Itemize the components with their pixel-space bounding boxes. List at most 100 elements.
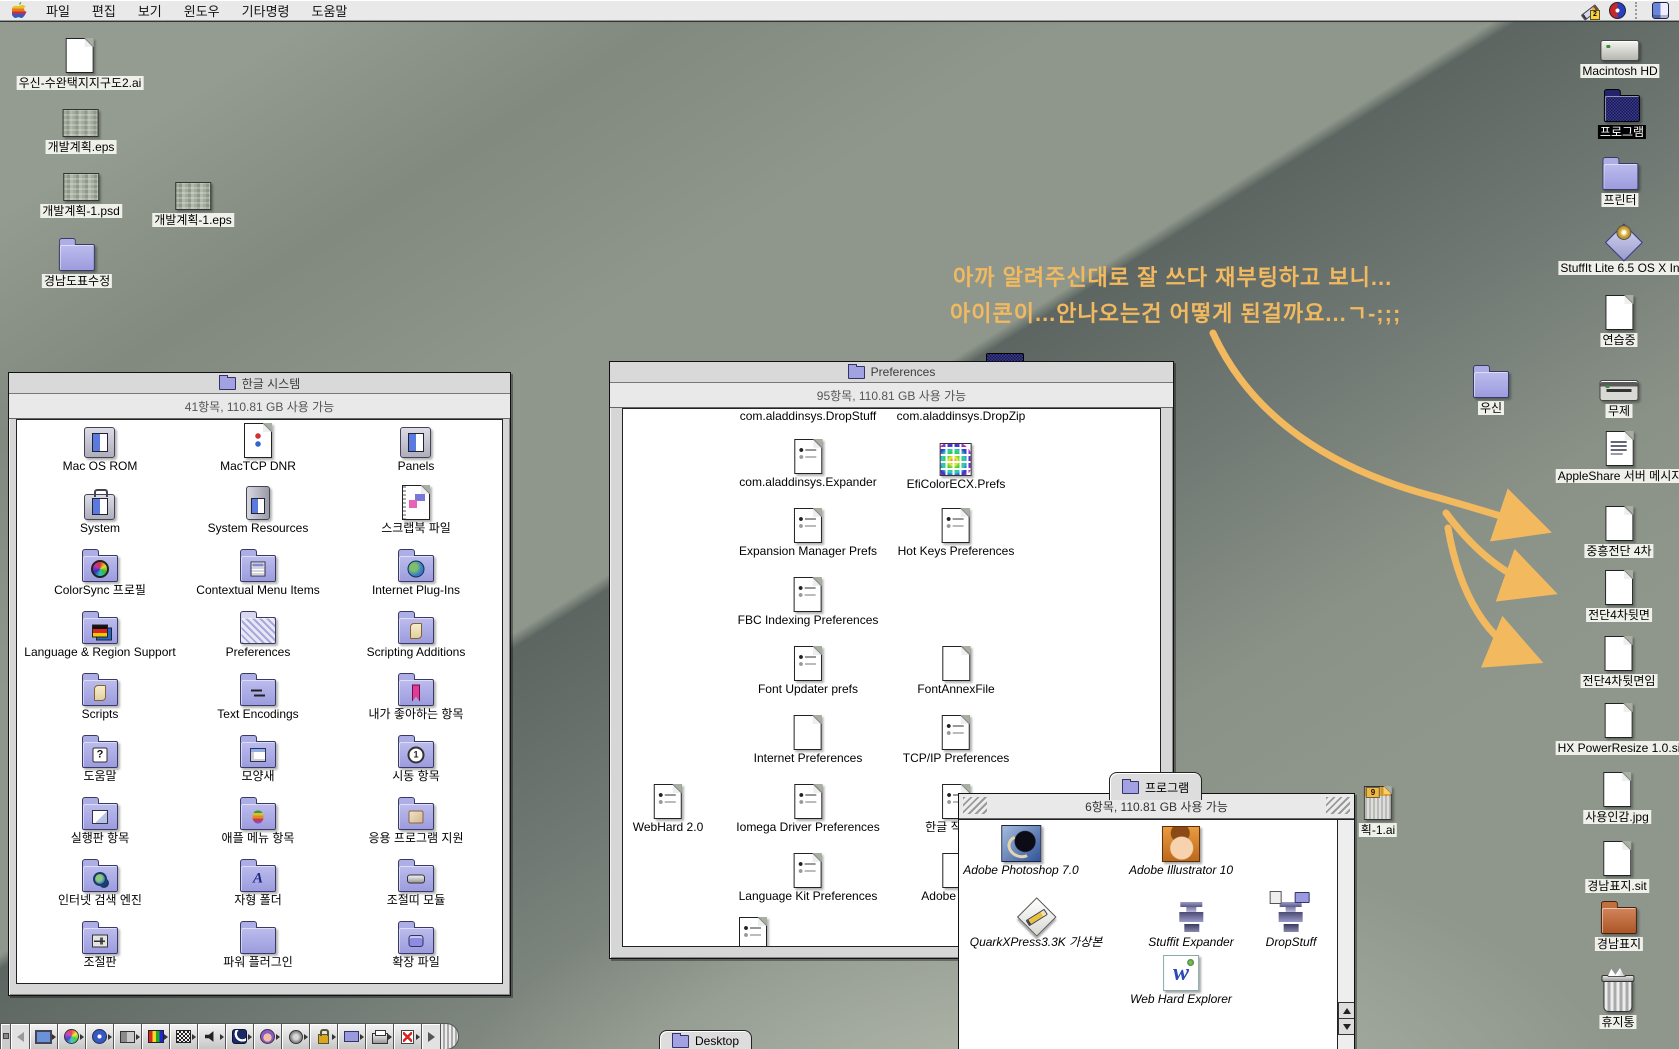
desktop-icon-flyer-4[interactable]: 중흥전단 4차 [1584, 506, 1653, 558]
file-item[interactable]: Iomega Driver Preferences [736, 781, 879, 834]
control-strip-scroll-left[interactable] [11, 1023, 30, 1049]
desktop-icon-cover-folder[interactable]: 경남표지 [1595, 901, 1643, 951]
file-item[interactable]: 실행판 항목 [71, 792, 130, 854]
control-strip-handle[interactable] [0, 1023, 11, 1049]
file-item[interactable]: 도움말 [82, 730, 118, 792]
desktop-icon-untitled-disk[interactable]: 무제 [1600, 372, 1639, 418]
desktop-icon-gyeongnam-folder[interactable]: 경남도표수정 [42, 238, 112, 288]
application-menu-finder-icon[interactable] [1652, 2, 1669, 19]
control-strip-module[interactable] [114, 1023, 142, 1049]
application-alias-item[interactable]: Adobe Photoshop 7.0 [963, 824, 1078, 877]
desktop-icon-macintosh-hd[interactable]: Macintosh HD [1580, 32, 1659, 78]
control-strip-module[interactable] [86, 1023, 114, 1049]
file-item[interactable]: ColorSync 프로필 [54, 544, 146, 606]
file-item[interactable]: Text Encodings [217, 668, 298, 730]
file-item[interactable]: Contextual Menu Items [196, 544, 319, 606]
control-strip-module[interactable] [366, 1023, 394, 1049]
file-item[interactable]: Scripts [82, 668, 119, 730]
desktop-icon-program-folder[interactable]: 프로그램 [1598, 89, 1646, 139]
scroll-up-arrow[interactable] [1338, 1002, 1354, 1019]
preferences-window-titlebar[interactable]: Preferences [610, 362, 1173, 383]
desktop-icon-plan-eps[interactable]: 개발계획.eps [46, 109, 117, 154]
control-strip-module[interactable] [58, 1023, 86, 1049]
control-strip-module[interactable] [338, 1023, 366, 1049]
control-strip-module[interactable] [198, 1023, 226, 1049]
desktop-icon-flyer-back-2[interactable]: 전단4차뒷면임 [1581, 636, 1658, 688]
file-item[interactable]: FBC Indexing Preferences [738, 574, 879, 627]
application-alias-item[interactable]: QuarkXPress3.3K 가상본 [970, 896, 1103, 949]
file-item[interactable]: 애플 메뉴 항목 [222, 792, 295, 854]
file-item[interactable]: 조절띠 모듈 [387, 854, 446, 916]
control-strip-module[interactable] [142, 1023, 170, 1049]
file-item[interactable]: MacTCP DNR [220, 420, 296, 482]
file-item[interactable]: com.aladdinsys.Expander [739, 436, 876, 489]
menu-window[interactable]: 윈도우 [173, 0, 231, 22]
menu-view[interactable]: 보기 [127, 0, 173, 22]
control-strip-module[interactable] [226, 1023, 254, 1049]
control-strip-module[interactable] [254, 1023, 282, 1049]
file-item[interactable]: 시동 항목 [392, 730, 440, 792]
apple-menu[interactable] [10, 2, 35, 19]
control-strip-scroll-right[interactable] [422, 1023, 441, 1049]
control-strip-module[interactable] [282, 1023, 310, 1049]
application-alias-item[interactable]: DropStuff [1266, 896, 1317, 949]
file-item[interactable]: Hot Keys Preferences [898, 505, 1015, 558]
file-item[interactable]: Preferences [226, 606, 291, 668]
file-item[interactable]: Expansion Manager Prefs [739, 505, 877, 558]
file-item[interactable]: TCP/IP Preferences [903, 712, 1010, 765]
file-item[interactable]: Panels [398, 420, 435, 482]
application-alias-item[interactable]: Adobe Illustrator 10 [1129, 824, 1233, 877]
control-strip-module[interactable] [394, 1023, 422, 1049]
control-strip-end-cap[interactable] [441, 1023, 459, 1049]
desktop-icon-practice[interactable]: 연습중 [1600, 295, 1637, 347]
file-item[interactable]: Scripting Additions [367, 606, 466, 668]
input-method-pencil-icon[interactable] [1580, 2, 1600, 19]
control-strip-module[interactable] [30, 1023, 58, 1049]
menu-edit[interactable]: 편집 [81, 0, 127, 22]
file-item[interactable]: Language & Region Support [24, 606, 175, 668]
desktop-icon-stuffit-installer[interactable]: StuffIt Lite 6.5 OS X Ins [1558, 224, 1679, 275]
file-item[interactable]: Font Updater prefs [758, 643, 858, 696]
desktop-icon-trash[interactable]: 휴지통 [1599, 968, 1636, 1029]
desktop-icon-hx-powerresize[interactable]: HX PowerResize 1.0.si [1556, 703, 1679, 755]
file-item[interactable]: Mac OS ROM [63, 420, 138, 482]
desktop-icon-plan-ai-partial[interactable]: 획-1.ai [1359, 786, 1397, 837]
file-item[interactable]: 내가 좋아하는 항목 [369, 668, 464, 730]
control-strip-module[interactable] [310, 1023, 338, 1049]
desktop-icon-printer-folder[interactable]: 프린터 [1601, 157, 1638, 207]
hangul-window-titlebar[interactable]: 한글 시스템 [9, 373, 510, 394]
menu-file[interactable]: 파일 [35, 0, 81, 22]
desktop-icon-cover-sit[interactable]: 경남표지.sit [1585, 841, 1649, 893]
file-item[interactable]: EfiColorECX.Prefs [907, 438, 1006, 491]
file-item[interactable]: FontAnnexFile [917, 643, 994, 696]
application-alias-item[interactable]: Stuffit Expander [1148, 896, 1233, 949]
file-item[interactable]: 조절판 [82, 916, 118, 978]
file-item[interactable]: Internet Plug-Ins [372, 544, 460, 606]
file-item[interactable]: 스크랩북 파일 [381, 482, 451, 544]
file-item[interactable]: 확장 파일 [392, 916, 440, 978]
menu-special[interactable]: 기타명령 [231, 0, 301, 22]
file-item[interactable]: 인터넷 검색 엔진 [58, 854, 142, 916]
clock-app-icon[interactable] [1609, 2, 1626, 19]
application-alias-item[interactable]: Web Hard Explorer [1130, 953, 1232, 1006]
desktop-icon-plan-psd[interactable]: 개발계획-1.psd [40, 173, 122, 218]
vertical-scrollbar[interactable] [1337, 820, 1354, 1049]
desktop-popup-tab[interactable]: Desktop [659, 1030, 752, 1049]
program-window-tab[interactable]: 프로그램 [1109, 772, 1202, 800]
file-item[interactable]: 자형 폴더 [234, 854, 282, 916]
desktop-icon-appleshare-message[interactable]: AppleShare 서버 메시지 [1556, 431, 1679, 483]
file-item[interactable]: 모양새 [240, 730, 276, 792]
file-item[interactable]: System Resources [208, 482, 309, 544]
desktop-icon-usin-ai[interactable]: 우신-수완택지지구도2.ai [17, 38, 144, 90]
scroll-down-arrow[interactable] [1338, 1018, 1354, 1035]
file-item[interactable]: 응용 프로그램 지원 [369, 792, 464, 854]
file-item[interactable]: 파워 플러그인 [223, 916, 293, 978]
desktop-icon-flyer-back[interactable]: 전단4차뒷면 [1586, 570, 1652, 622]
file-item[interactable]: System [80, 482, 120, 544]
file-item[interactable]: WebHard 2.0 [633, 781, 703, 834]
desktop-icon-plan1-eps[interactable]: 개발계획-1.eps [152, 182, 234, 227]
file-item[interactable]: Internet Preferences [754, 712, 863, 765]
file-item[interactable]: Language Kit Preferences [739, 850, 878, 903]
file-item[interactable] [739, 914, 767, 947]
menu-help[interactable]: 도움말 [301, 0, 359, 22]
